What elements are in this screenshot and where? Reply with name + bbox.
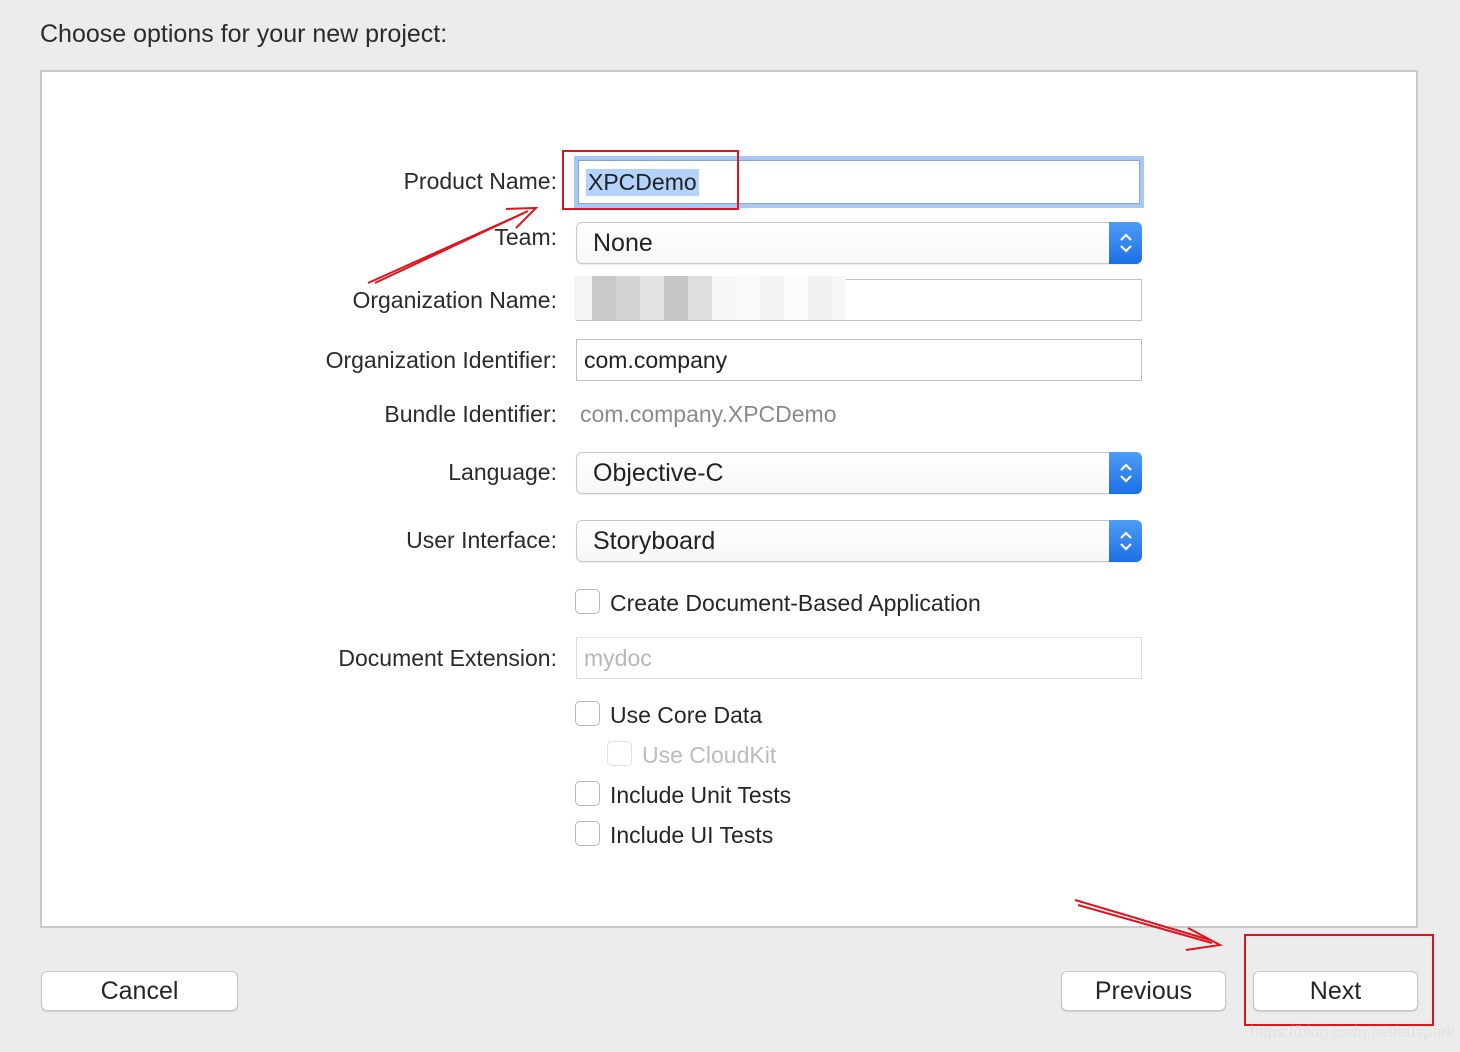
arrow-to-next-icon: [1074, 899, 1224, 951]
arrow-to-product-name-icon: [367, 206, 539, 284]
annotation-arrows: [367, 206, 1224, 951]
watermark: https://blog.csdn.net/auspark: [1250, 1024, 1455, 1041]
